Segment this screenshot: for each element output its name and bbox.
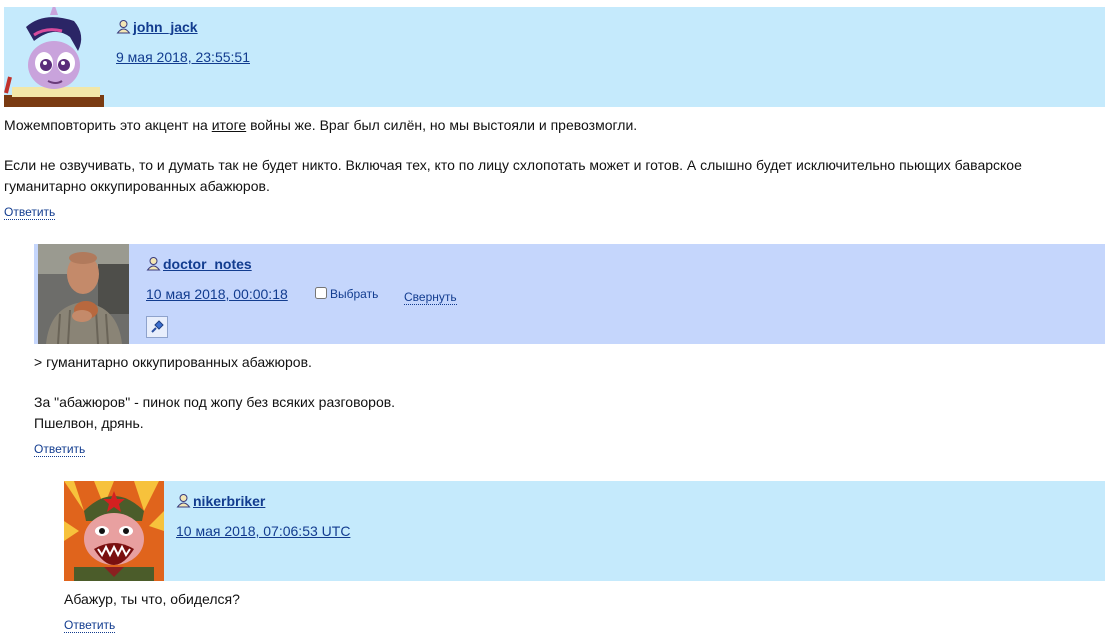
comment-paragraph: За "абажюров" - пинок под жопу без всяки… [34, 394, 396, 410]
comment-header: john_jack 9 мая 2018, 23:55:51 [4, 7, 1105, 107]
avatar[interactable] [38, 244, 129, 344]
date-link[interactable]: 9 мая 2018, 23:55:51 [116, 49, 250, 65]
text: войны же. Враг был силён, но мы выстояли… [246, 117, 638, 133]
username: john_jack [116, 19, 198, 35]
date-link[interactable]: 10 мая 2018, 00:00:18 [146, 286, 288, 302]
select-label: Выбрать [330, 287, 379, 301]
reply-link[interactable]: Ответить [4, 205, 56, 220]
pony-avatar-icon [4, 7, 104, 107]
cartoon-soldier-avatar-icon [64, 481, 164, 581]
comment-body: Можемповторить это акцент на итоге войны… [4, 115, 1105, 197]
user-icon [176, 494, 191, 508]
comment-header: doctor_notes 10 мая 2018, 00:00:18 Выбра… [34, 244, 1105, 344]
text: Можемповторить это акцент на [4, 117, 212, 133]
select-checkbox-label[interactable]: Выбрать [315, 287, 378, 301]
comment-date: 10 мая 2018, 00:00:18 [146, 286, 288, 302]
date-link[interactable]: 10 мая 2018, 07:06:53 UTC [176, 523, 350, 539]
avatar[interactable] [4, 7, 104, 107]
reply-link[interactable]: Ответить [64, 618, 116, 633]
pin-button[interactable] [146, 316, 168, 338]
comment-paragraph: Пшелвон, дрянь. [34, 415, 144, 431]
avatar[interactable] [64, 481, 164, 581]
comment-john-jack: john_jack 9 мая 2018, 23:55:51 Можемповт… [4, 7, 1105, 220]
comment-meta: john_jack 9 мая 2018, 23:55:51 [116, 7, 1105, 107]
username-link[interactable]: john_jack [133, 19, 198, 35]
username-link[interactable]: nikerbriker [193, 493, 265, 509]
comment-date: 10 мая 2018, 07:06:53 UTC [176, 523, 350, 539]
comment-meta: nikerbriker 10 мая 2018, 07:06:53 UTC [176, 481, 1105, 581]
comment-paragraph: Можемповторить это акцент на итоге войны… [4, 115, 1105, 136]
collapse-wrap: Свернуть [404, 288, 457, 305]
username: doctor_notes [146, 256, 252, 272]
comment-paragraph: Если не озвучивать, то и думать так не б… [4, 157, 1022, 194]
user-icon [116, 20, 131, 34]
comment-paragraph: > гуманитарно оккупированных абажюров. [34, 354, 312, 370]
select-checkbox[interactable] [315, 287, 327, 299]
comment-date: 9 мая 2018, 23:55:51 [116, 49, 250, 65]
inline-link[interactable]: итоге [212, 117, 246, 133]
comment-body: > гуманитарно оккупированных абажюров. З… [34, 352, 1105, 434]
comment-body: Абажур, ты что, обиделся? [64, 589, 1105, 610]
collapse-link[interactable]: Свернуть [404, 290, 457, 305]
user-icon [146, 257, 161, 271]
comment-header: nikerbriker 10 мая 2018, 07:06:53 UTC [64, 481, 1105, 581]
username-link[interactable]: doctor_notes [163, 256, 252, 272]
pin-icon [151, 320, 164, 333]
man-photo-avatar-icon [38, 244, 129, 344]
comment-paragraph: Абажур, ты что, обиделся? [64, 591, 240, 607]
reply-link[interactable]: Ответить [34, 442, 86, 457]
comment-meta: doctor_notes 10 мая 2018, 00:00:18 Выбра… [146, 244, 1105, 344]
comment-nikerbriker: nikerbriker 10 мая 2018, 07:06:53 UTC Аб… [64, 481, 1105, 633]
username: nikerbriker [176, 493, 265, 509]
comment-doctor-notes: doctor_notes 10 мая 2018, 00:00:18 Выбра… [34, 244, 1105, 457]
